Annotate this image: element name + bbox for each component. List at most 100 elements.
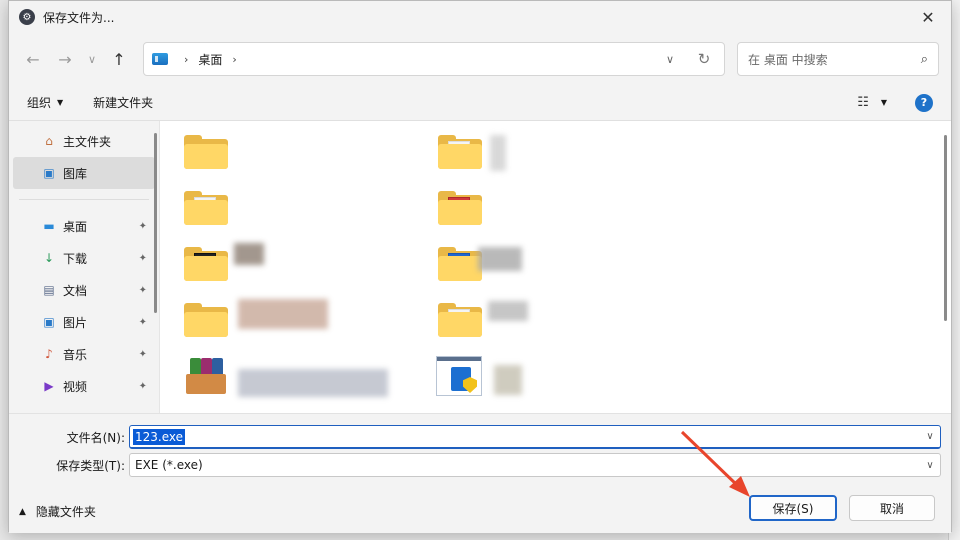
sidebar-item-music[interactable]: ♪ 音乐 ✦ [9, 338, 159, 370]
back-button[interactable]: ← [17, 43, 49, 75]
sidebar-item-documents[interactable]: ▤ 文档 ✦ [9, 274, 159, 306]
breadcrumb-separator-icon[interactable]: › [184, 53, 188, 66]
sidebar-scrollbar[interactable] [154, 133, 157, 313]
filetype-value: EXE (*.exe) [135, 458, 203, 472]
view-caret-down-icon[interactable]: ▼ [881, 98, 887, 107]
folder-icon [438, 247, 482, 281]
file-list-scrollbar[interactable] [944, 135, 947, 321]
redacted-name [478, 247, 522, 271]
pin-icon[interactable]: ✦ [139, 253, 147, 264]
filetype-dropdown-icon[interactable]: ∨ [920, 460, 940, 471]
list-item[interactable] [414, 351, 654, 401]
main-area: ⌂ 主文件夹 ▣ 图库 ▬ 桌面 ✦ ↓ 下载 ✦ ▤ 文档 ✦ ▣ 图片 ✦ … [9, 121, 951, 413]
save-file-dialog: ⚙ 保存文件为... ✕ ← → ∨ ↑ › 桌面 › ∨ ↻ 在 桌面 中搜索… [8, 0, 952, 533]
list-item[interactable] [414, 183, 654, 233]
search-input[interactable]: 在 桌面 中搜索 ⌕ [737, 42, 939, 76]
recent-locations-button[interactable]: ∨ [81, 43, 103, 75]
folder-icon [184, 135, 228, 169]
hide-folders-toggle[interactable]: ▲ 隐藏文件夹 [19, 503, 96, 520]
installer-shield-icon [436, 356, 482, 396]
hide-folders-label: 隐藏文件夹 [35, 505, 96, 519]
folder-icon [184, 191, 228, 225]
breadcrumb-desktop[interactable]: 桌面 [198, 51, 222, 68]
sidebar-item-label: 文档 [63, 283, 88, 298]
save-form: 文件名(N): 123.exe ∨ 保存类型(T): EXE (*.exe) ∨ [9, 413, 951, 477]
title-bar: ⚙ 保存文件为... ✕ [9, 1, 951, 33]
up-button[interactable]: ↑ [103, 43, 135, 75]
navigation-pane: ⌂ 主文件夹 ▣ 图库 ▬ 桌面 ✦ ↓ 下载 ✦ ▤ 文档 ✦ ▣ 图片 ✦ … [9, 121, 159, 413]
search-icon[interactable]: ⌕ [921, 52, 928, 67]
sidebar-item-label: 音乐 [63, 347, 88, 362]
dialog-footer: ▲ 隐藏文件夹 保存(S) 取消 [9, 477, 951, 533]
list-item[interactable] [160, 239, 400, 289]
sidebar-item-gallery[interactable]: ▣ 图库 [13, 157, 155, 189]
list-item[interactable] [414, 239, 654, 289]
gallery-icon: ▣ [43, 166, 55, 180]
refresh-icon[interactable]: ↻ [684, 50, 724, 68]
close-button[interactable]: ✕ [905, 1, 951, 33]
picture-icon: ▣ [43, 315, 55, 329]
sidebar-item-label: 主文件夹 [63, 134, 112, 149]
redacted-name [238, 299, 328, 329]
forward-button[interactable]: → [49, 43, 81, 75]
file-list [159, 121, 951, 413]
filename-label: 文件名(N): [66, 430, 125, 445]
sidebar-item-label: 图片 [63, 315, 88, 330]
redacted-name [234, 243, 264, 265]
sidebar-item-pictures[interactable]: ▣ 图片 ✦ [9, 306, 159, 338]
sidebar-item-videos[interactable]: ▶ 视频 ✦ [9, 370, 159, 402]
music-icon: ♪ [45, 347, 53, 361]
pin-icon[interactable]: ✦ [139, 285, 147, 296]
sidebar-item-label: 视频 [63, 379, 88, 394]
view-options-icon[interactable]: ☷ [857, 95, 869, 110]
filetype-select[interactable]: EXE (*.exe) ∨ [129, 453, 941, 477]
home-icon: ⌂ [45, 134, 53, 148]
folder-icon [438, 135, 482, 169]
filename-value[interactable]: 123.exe [133, 428, 186, 445]
pin-icon[interactable]: ✦ [139, 221, 147, 232]
filename-input[interactable]: 123.exe ∨ [129, 425, 941, 449]
sidebar-item-home[interactable]: ⌂ 主文件夹 [9, 125, 159, 157]
pin-icon[interactable]: ✦ [139, 317, 147, 328]
caret-up-icon: ▲ [19, 506, 26, 517]
window-title: 保存文件为... [43, 10, 115, 25]
list-item[interactable] [160, 295, 400, 345]
filetype-row: 保存类型(T): EXE (*.exe) ∨ [9, 452, 951, 478]
winrar-archive-icon [184, 356, 228, 396]
list-item[interactable] [160, 183, 400, 233]
download-icon: ↓ [43, 251, 55, 265]
navigation-bar: ← → ∨ ↑ › 桌面 › ∨ ↻ 在 桌面 中搜索 ⌕ [9, 33, 951, 85]
list-item[interactable] [414, 127, 654, 177]
redacted-name [490, 135, 506, 171]
list-item[interactable] [160, 127, 400, 177]
filename-dropdown-icon[interactable]: ∨ [920, 431, 940, 442]
caret-down-icon: ▼ [57, 98, 64, 107]
sidebar-divider [19, 199, 149, 200]
new-folder-button[interactable]: 新建文件夹 [93, 94, 153, 111]
organize-button[interactable]: 组织 ▼ [27, 94, 63, 111]
sidebar-item-label: 图库 [63, 166, 88, 181]
address-bar[interactable]: › 桌面 › ∨ ↻ [143, 42, 725, 76]
filename-row: 文件名(N): 123.exe ∨ [9, 424, 951, 450]
pin-icon[interactable]: ✦ [139, 381, 147, 392]
redacted-name [238, 369, 388, 397]
breadcrumb-separator-icon[interactable]: › [232, 53, 236, 66]
cancel-button[interactable]: 取消 [849, 495, 935, 521]
document-icon: ▤ [43, 283, 55, 297]
address-dropdown-icon[interactable]: ∨ [656, 53, 684, 66]
desktop-icon [152, 53, 168, 65]
pin-icon[interactable]: ✦ [139, 349, 147, 360]
save-button[interactable]: 保存(S) [749, 495, 837, 521]
organize-label: 组织 [27, 96, 52, 110]
search-placeholder: 在 桌面 中搜索 [748, 52, 828, 67]
sidebar-item-downloads[interactable]: ↓ 下载 ✦ [9, 242, 159, 274]
list-item[interactable] [414, 295, 654, 345]
folder-icon [438, 191, 482, 225]
list-item[interactable] [160, 351, 400, 401]
filetype-label: 保存类型(T): [56, 458, 125, 473]
help-icon[interactable]: ? [915, 93, 933, 112]
folder-icon [438, 303, 482, 337]
folder-icon [184, 303, 228, 337]
sidebar-item-desktop[interactable]: ▬ 桌面 ✦ [9, 210, 159, 242]
toolbar: 组织 ▼ 新建文件夹 ☷ ▼ ? [9, 85, 951, 121]
